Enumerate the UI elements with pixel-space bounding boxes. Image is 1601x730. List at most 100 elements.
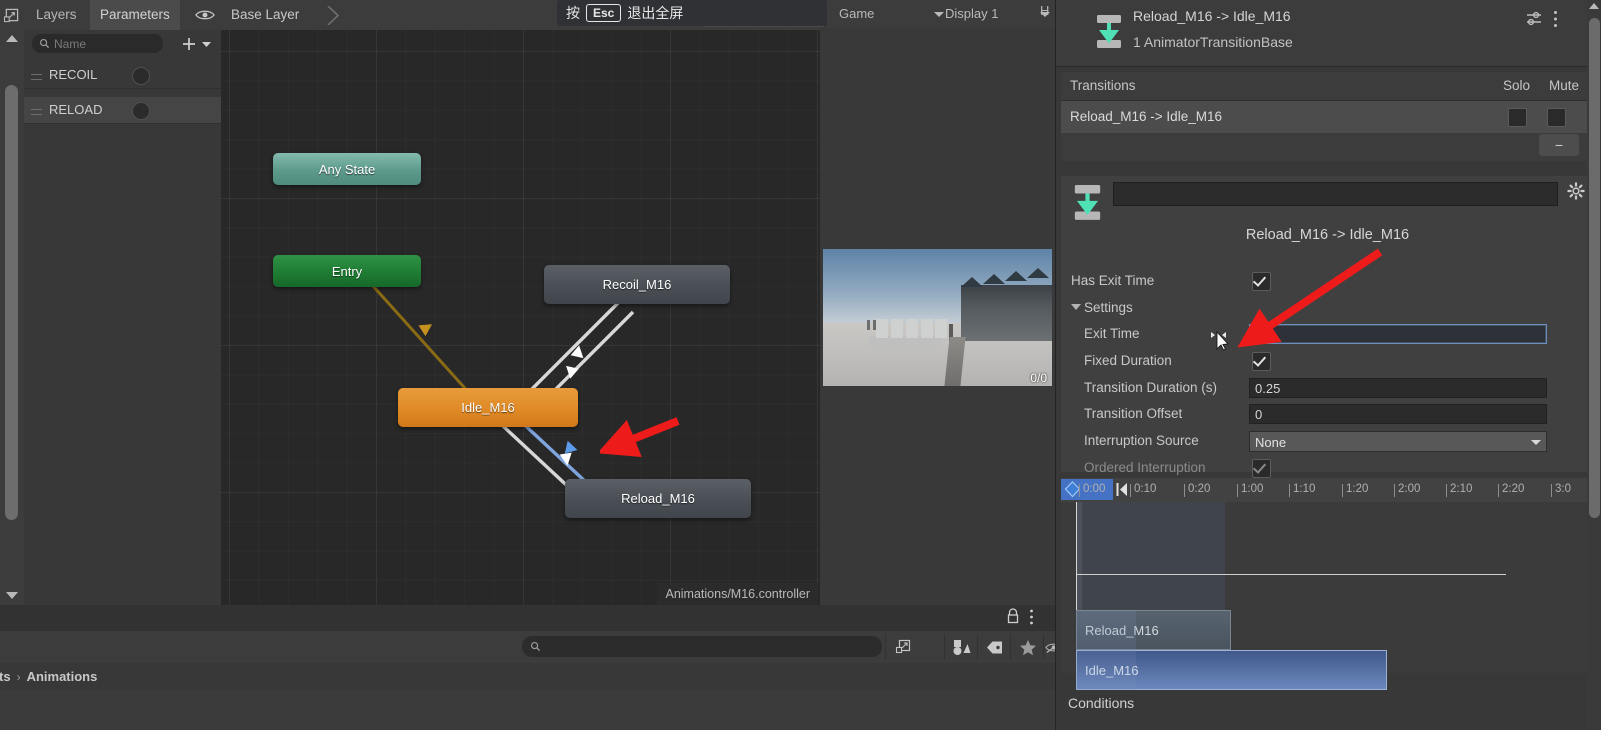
- transition-asset-icon: [1094, 14, 1124, 50]
- timeline-body[interactable]: Reload_M16 Idle_M16: [1061, 502, 1594, 690]
- label-filter-icon[interactable]: [977, 634, 1011, 660]
- previous-keyframe-icon[interactable]: [1116, 482, 1128, 497]
- open-in-new-window-icon[interactable]: [885, 634, 919, 660]
- state-node-any-state[interactable]: Any State: [273, 153, 421, 185]
- display-selector[interactable]: Display 1: [945, 3, 1050, 25]
- property-row-transition-duration[interactable]: Transition Duration (s) 0.25: [1061, 375, 1594, 401]
- state-node-idle-m16[interactable]: Idle_M16: [398, 388, 578, 427]
- transition-edges: [345, 255, 635, 510]
- state-node-reload-m16[interactable]: Reload_M16: [565, 479, 751, 518]
- property-row-has-exit-time[interactable]: Has Exit Time: [1061, 268, 1594, 294]
- transition-detail-title: Reload_M16 -> Idle_M16: [1245, 227, 1410, 243]
- search-icon: [39, 38, 50, 49]
- parameter-row-recoil[interactable]: RECOIL: [24, 62, 221, 89]
- transition-offset-input[interactable]: 0: [1249, 404, 1547, 424]
- eye-icon[interactable]: [190, 0, 220, 30]
- parameter-search-input[interactable]: Name: [32, 34, 163, 53]
- scroll-down-arrow-icon[interactable]: [6, 592, 18, 599]
- inspector-kebab-icon[interactable]: [1553, 10, 1569, 30]
- breadcrumb-current[interactable]: Animations: [27, 669, 98, 684]
- foldout-triangle-icon[interactable]: [1071, 304, 1081, 310]
- timeline-tick: 0:20: [1183, 483, 1211, 497]
- tab-layers[interactable]: Layers: [26, 0, 87, 30]
- trigger-toggle[interactable]: [132, 67, 150, 85]
- scrollbar-thumb[interactable]: [1589, 18, 1600, 518]
- transition-list-item[interactable]: Reload_M16 -> Idle_M16: [1061, 101, 1587, 133]
- project-breadcrumb: ts › Animations: [0, 663, 1055, 690]
- transition-list-item-label: Reload_M16 -> Idle_M16: [1070, 109, 1222, 124]
- timeline-tick: 1:20: [1341, 483, 1369, 497]
- scroll-up-arrow-icon[interactable]: [1589, 3, 1599, 9]
- parameter-row-reload[interactable]: RELOAD: [24, 97, 221, 124]
- breadcrumb-base-layer[interactable]: Base Layer: [231, 0, 299, 30]
- panel-menu-icon[interactable]: [0, 0, 23, 30]
- property-label: Settings: [1084, 300, 1133, 315]
- game-crate: [935, 319, 947, 338]
- parameter-name: RECOIL: [49, 67, 98, 82]
- favorites-filter-icon[interactable]: [1010, 634, 1044, 660]
- game-viewport[interactable]: 0/0: [823, 249, 1052, 386]
- trigger-toggle[interactable]: [132, 102, 150, 120]
- open-window-glyph: [895, 639, 910, 654]
- game-view-selector-label: Game: [839, 6, 875, 21]
- state-node-recoil-m16[interactable]: Recoil_M16: [544, 265, 730, 304]
- timeline-tick: 1:10: [1288, 483, 1316, 497]
- project-search-input[interactable]: [522, 636, 882, 657]
- tab-parameters[interactable]: Parameters: [90, 0, 180, 30]
- has-exit-time-checkbox[interactable]: [1252, 272, 1271, 291]
- property-row-fixed-duration[interactable]: Fixed Duration: [1061, 348, 1594, 374]
- interruption-source-value: None: [1255, 435, 1287, 450]
- fullscreen-hint: 按 Esc 退出全屏: [557, 0, 827, 26]
- transition-timeline[interactable]: 0:00 0:10 0:20 1:00 1:10 1:20 2:00 2:10 …: [1061, 478, 1594, 690]
- plus-icon: [183, 38, 195, 50]
- preset-glyph: [1527, 11, 1541, 26]
- property-row-interruption-source[interactable]: Interruption Source None: [1061, 428, 1594, 454]
- inspector-subtitle: 1 AnimatorTransitionBase: [1133, 34, 1293, 50]
- transitions-header-label: Transitions: [1070, 78, 1136, 93]
- eye-glyph: [195, 10, 215, 20]
- animator-state-graph[interactable]: Any State Entry Idle_M16 Recoil_M16 Relo…: [221, 30, 820, 605]
- parameters-scrollbar[interactable]: [0, 30, 24, 605]
- solo-checkbox[interactable]: [1508, 108, 1527, 127]
- drag-handle-icon[interactable]: [31, 74, 42, 80]
- property-label: Fixed Duration: [1084, 353, 1172, 368]
- game-crate: [906, 319, 918, 338]
- remove-transition-button[interactable]: −: [1539, 134, 1579, 156]
- preset-selector-icon[interactable]: [1525, 10, 1545, 30]
- lock-icon[interactable]: [1005, 608, 1023, 626]
- fixed-duration-checkbox[interactable]: [1252, 352, 1271, 371]
- ordered-interruption-checkbox: [1252, 459, 1271, 478]
- hierarchy-tab-partial[interactable]: H: [1040, 3, 1049, 18]
- add-parameter-button[interactable]: [180, 32, 216, 56]
- exit-time-input[interactable]: 0: [1249, 324, 1547, 344]
- interruption-source-dropdown[interactable]: None: [1249, 431, 1547, 452]
- project-asset-grid[interactable]: [0, 690, 1055, 730]
- inspector-scrollbar[interactable]: [1587, 0, 1601, 730]
- scrollbar-thumb[interactable]: [5, 85, 18, 520]
- state-node-entry[interactable]: Entry: [273, 255, 421, 287]
- transition-duration-input[interactable]: 0.25: [1249, 378, 1547, 398]
- timeline-ruler[interactable]: 0:00 0:10 0:20 1:00 1:10 1:20 2:00 2:10 …: [1061, 478, 1594, 503]
- transition-detail-icon: [1071, 184, 1104, 222]
- property-row-settings[interactable]: Settings: [1061, 295, 1594, 321]
- conditions-section-label: Conditions: [1068, 695, 1135, 711]
- breadcrumb-parent[interactable]: ts: [0, 669, 11, 684]
- scroll-up-arrow-icon[interactable]: [6, 35, 18, 42]
- asset-type-filter-icon[interactable]: [944, 634, 978, 660]
- property-row-transition-offset[interactable]: Transition Offset 0: [1061, 401, 1594, 427]
- timeline-tick: 3:0: [1551, 483, 1571, 497]
- game-view-selector[interactable]: Game: [839, 3, 944, 25]
- chevron-down-icon: [1531, 440, 1541, 445]
- drag-scrub-cursor-icon[interactable]: [1209, 327, 1229, 351]
- property-row-exit-time[interactable]: Exit Time 0: [1061, 321, 1594, 351]
- lock-glyph: [1007, 608, 1019, 624]
- transitions-list-header: Transitions Solo Mute: [1061, 72, 1587, 101]
- drag-handle-icon[interactable]: [31, 109, 42, 115]
- transition-name-input[interactable]: [1113, 182, 1558, 206]
- timeline-tick: 2:10: [1445, 483, 1473, 497]
- mute-checkbox[interactable]: [1547, 108, 1566, 127]
- search-icon: [530, 641, 541, 652]
- gear-icon[interactable]: [1567, 182, 1589, 204]
- chevron-down-icon: [934, 12, 944, 17]
- project-options-kebab-icon[interactable]: [1029, 608, 1045, 628]
